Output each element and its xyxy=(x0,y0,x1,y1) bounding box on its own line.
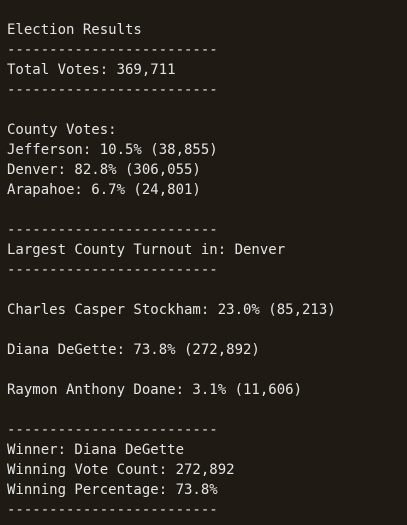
candidate-line-degette: Diana DeGette: 73.8% (272,892) xyxy=(7,342,260,358)
divider: ------------------------- xyxy=(7,42,218,58)
county-line-jefferson: Jefferson: 10.5% (38,855) xyxy=(7,142,218,158)
winner-line: Winner: Diana DeGette xyxy=(7,442,185,458)
results-title: Election Results xyxy=(7,22,142,38)
divider: ------------------------- xyxy=(7,82,218,98)
winning-percentage: Winning Percentage: 73.8% xyxy=(7,482,218,498)
candidate-line-stockham: Charles Casper Stockham: 23.0% (85,213) xyxy=(7,302,336,318)
divider: ------------------------- xyxy=(7,262,218,278)
county-line-denver: Denver: 82.8% (306,055) xyxy=(7,162,201,178)
candidate-line-doane: Raymon Anthony Doane: 3.1% (11,606) xyxy=(7,382,303,398)
largest-county-turnout: Largest County Turnout in: Denver xyxy=(7,242,286,258)
divider: ------------------------- xyxy=(7,502,218,518)
divider: ------------------------- xyxy=(7,422,218,438)
divider: ------------------------- xyxy=(7,222,218,238)
county-votes-header: County Votes: xyxy=(7,122,117,138)
terminal-output: Election Results -----------------------… xyxy=(0,0,407,525)
total-votes: Total Votes: 369,711 xyxy=(7,62,176,78)
winning-vote-count: Winning Vote Count: 272,892 xyxy=(7,462,235,478)
county-line-arapahoe: Arapahoe: 6.7% (24,801) xyxy=(7,182,201,198)
